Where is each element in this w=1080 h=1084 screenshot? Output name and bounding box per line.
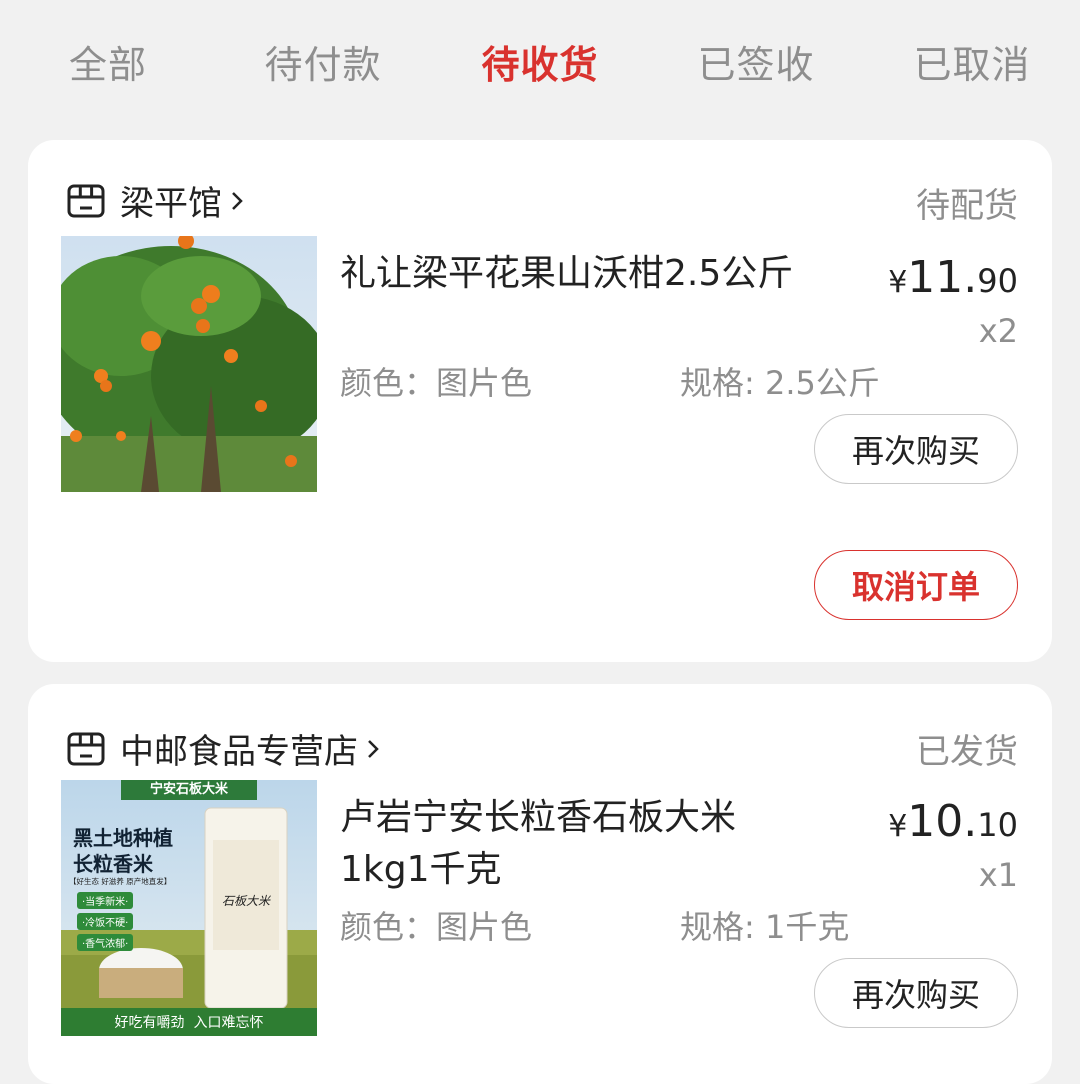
product-spec-attr: 规格: 2.5公斤 [680, 364, 880, 402]
product-image-orange-tree[interactable] [61, 236, 317, 492]
product-color-attr: 颜色：图片色 [340, 364, 533, 402]
rice-tag: ·香气浓郁· [77, 934, 134, 951]
tab-cancelled[interactable]: 已取消 [913, 34, 1030, 89]
chevron-right-icon [368, 739, 379, 758]
rice-subline: 【好生态 好滋养 原产地直发】 [69, 877, 172, 886]
order-status: 待配货 [916, 186, 1018, 226]
rice-bag-label: 石板大米 [221, 894, 270, 908]
tab-signed[interactable]: 已签收 [697, 34, 814, 89]
product-spec-attr: 规格: 1千克 [680, 908, 850, 946]
product-image-rice-pack[interactable]: 宁安石板大米 黑土地种植 长粒香米 【好生态 好滋养 原产地直发】 ·当季新米·… [61, 780, 317, 1036]
tab-pending-payment[interactable]: 待付款 [264, 34, 381, 89]
shop-name: 中邮食品专营店 [120, 732, 358, 772]
rice-banner: 宁安石板大米 [149, 782, 228, 797]
product-title[interactable]: 卢岩宁安长粒香石板大米 1kg1千克 [340, 792, 810, 896]
cancel-order-button[interactable]: 取消订单 [814, 550, 1018, 620]
rebuy-button[interactable]: 再次购买 [814, 958, 1018, 1028]
product-quantity: x1 [978, 856, 1018, 894]
rebuy-button[interactable]: 再次购买 [814, 414, 1018, 484]
chevron-right-icon [232, 191, 243, 210]
tab-all[interactable]: 全部 [69, 34, 147, 89]
product-price: ¥11.90 [888, 252, 1018, 303]
tab-pending-receipt[interactable]: 待收货 [481, 34, 598, 89]
product-quantity: x2 [978, 312, 1018, 350]
shop-link[interactable]: 梁平馆 [66, 176, 244, 225]
store-icon [67, 732, 105, 765]
order-status-tabs: 全部 待付款 待收货 已签收 已取消 [0, 0, 1080, 120]
product-price: ¥10.10 [888, 796, 1018, 847]
product-title[interactable]: 礼让梁平花果山沃柑2.5公斤 [340, 248, 810, 300]
rice-headline-1: 黑土地种植 [73, 826, 173, 850]
rice-headline-2: 长粒香米 [73, 852, 153, 876]
store-icon [67, 184, 105, 217]
order-status: 已发货 [916, 732, 1018, 772]
shop-name: 梁平馆 [120, 184, 222, 224]
rice-tag: ·当季新米· [77, 892, 134, 909]
rice-footer: 好吃有嚼劲 入口难忘怀 [114, 1015, 264, 1031]
order-card[interactable]: 中邮食品专营店 已发货 宁安石板大米 黑土地种植 长粒香米 【好生态 好滋养 原… [28, 684, 1052, 1084]
shop-link[interactable]: 中邮食品专营店 [66, 724, 380, 773]
order-card[interactable]: 梁平馆 待配货 礼让梁平花果山沃柑2.5公斤 ¥11.90 x2 颜色：图片色 … [28, 140, 1052, 662]
product-color-attr: 颜色：图片色 [340, 908, 533, 946]
rice-tag: ·冷饭不硬· [77, 913, 134, 930]
